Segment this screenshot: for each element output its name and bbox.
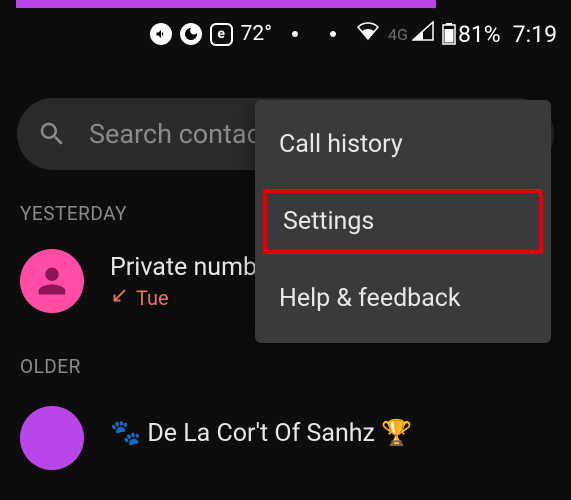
call-day: Tue <box>136 286 169 310</box>
status-dot <box>292 31 298 37</box>
temperature: 72° <box>241 22 272 46</box>
battery-indicator: 81% <box>442 21 501 48</box>
signal-icon <box>412 21 434 47</box>
call-name: Private number <box>110 253 279 282</box>
call-info: Private number Tue <box>110 253 279 310</box>
status-bar: e 72° 4G 81% 7:19 <box>0 0 571 60</box>
overflow-menu: Call history Settings Help & feedback <box>255 100 551 343</box>
wifi-icon <box>356 21 380 47</box>
menu-settings[interactable]: Settings <box>263 189 543 254</box>
menu-call-history[interactable]: Call history <box>255 108 551 181</box>
accent-bar <box>16 0 436 8</box>
volume-icon <box>150 23 172 45</box>
avatar <box>20 249 84 313</box>
section-older: OLDER <box>20 355 571 378</box>
avatar <box>20 406 84 470</box>
network-type: 4G <box>388 25 408 44</box>
call-name: 🐾 De La Cor't Of Sanhz 🏆 <box>110 419 412 448</box>
menu-help-feedback[interactable]: Help & feedback <box>255 262 551 335</box>
e-icon: e <box>210 23 233 46</box>
status-dot-2 <box>330 31 336 37</box>
call-entry[interactable]: 🐾 De La Cor't Of Sanhz 🏆 <box>20 396 571 470</box>
dnd-icon <box>180 23 202 45</box>
call-detail: Tue <box>110 286 279 310</box>
search-icon <box>37 119 67 149</box>
clock: 7:19 <box>513 21 557 48</box>
missed-call-icon <box>110 286 128 310</box>
